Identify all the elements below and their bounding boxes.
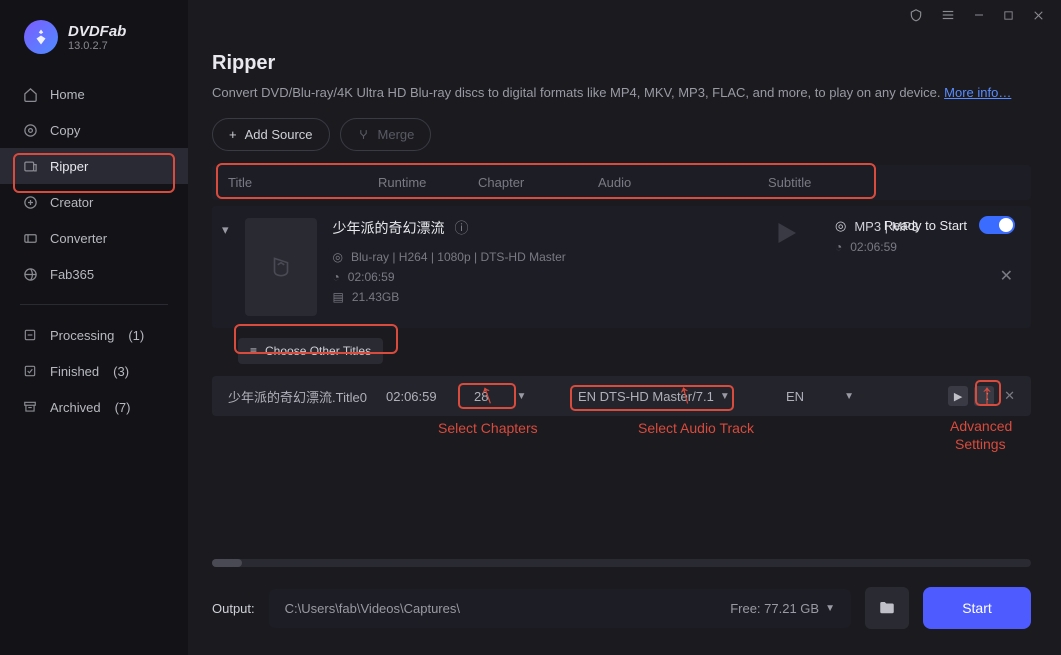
sidebar-item-label: Finished <box>50 364 99 379</box>
ripper-icon <box>22 158 38 174</box>
more-info-link[interactable]: More info… <box>944 85 1011 100</box>
sidebar-item-ripper[interactable]: Ripper <box>0 148 188 184</box>
processing-count: (1) <box>128 328 144 343</box>
source-size: 21.43GB <box>352 290 399 304</box>
output-duration: 02:06:59 <box>850 240 897 254</box>
browse-folder-button[interactable] <box>865 587 909 629</box>
clock-icon: ◔ <box>835 240 842 254</box>
sidebar-item-label: Converter <box>50 231 107 246</box>
brand-version: 13.0.2.7 <box>68 40 126 52</box>
sidebar-item-label: Fab365 <box>50 267 94 282</box>
start-button[interactable]: Start <box>923 587 1031 629</box>
sidebar-item-label: Home <box>50 87 85 102</box>
sidebar-item-creator[interactable]: Creator <box>0 184 188 220</box>
size-icon: ▤ <box>333 290 344 304</box>
horizontal-scrollbar[interactable] <box>212 559 1031 567</box>
output-path-field[interactable]: C:\Users\fab\Videos\Captures\ Free: 77.2… <box>269 589 851 628</box>
finished-count: (3) <box>113 364 129 379</box>
sidebar-item-converter[interactable]: Converter <box>0 220 188 256</box>
remove-source-button[interactable]: ✕ <box>1000 266 1013 286</box>
title-row: 少年派的奇幻漂流.Title0 02:06:59 28 ▼ EN DTS-HD … <box>212 376 1031 416</box>
source-format: Blu-ray | H264 | 1080p | DTS-HD Master <box>351 250 566 264</box>
brand-name: DVDFab <box>68 23 126 40</box>
column-audio: Audio <box>598 175 768 190</box>
sidebar: DVDFab 13.0.2.7 Home Copy Ripper Creator… <box>0 0 188 655</box>
merge-button[interactable]: Merge <box>340 118 432 151</box>
choose-other-titles-button[interactable]: ≡ Choose Other Titles <box>238 338 383 364</box>
logo-icon <box>24 20 58 54</box>
sidebar-item-label: Archived <box>50 400 101 415</box>
fab365-icon <box>22 266 38 282</box>
page-title: Ripper <box>212 52 1031 75</box>
remove-title-button[interactable]: ✕ <box>1004 388 1015 404</box>
free-space-text: Free: 77.21 GB <box>730 601 819 616</box>
annotation-label-advanced1: Advanced <box>950 418 1012 434</box>
title-runtime: 02:06:59 <box>386 389 458 404</box>
disc-icon: ◎ <box>333 250 343 264</box>
list-icon: ≡ <box>250 344 257 358</box>
sidebar-separator <box>20 304 168 305</box>
add-source-button[interactable]: + Add Source <box>212 118 330 151</box>
source-block: ▾ 少年派的奇幻漂流 ⓘ ◎ Blu-ray | H264 | 1080p | … <box>212 206 1031 328</box>
column-chapter: Chapter <box>478 175 598 190</box>
chevron-down-icon: ▼ <box>516 391 526 402</box>
processing-icon <box>22 327 38 343</box>
logo-block: DVDFab 13.0.2.7 <box>0 20 188 76</box>
column-runtime: Runtime <box>378 175 478 190</box>
column-subtitle: Subtitle <box>768 175 868 190</box>
subtitle-dropdown[interactable]: EN ▼ <box>786 389 896 404</box>
column-headers: Title Runtime Chapter Audio Subtitle <box>212 165 1031 200</box>
info-icon[interactable]: ⓘ <box>455 218 469 238</box>
sidebar-item-copy[interactable]: Copy <box>0 112 188 148</box>
ready-label: Ready to Start <box>884 218 967 233</box>
copy-icon <box>22 122 38 138</box>
sidebar-item-fab365[interactable]: Fab365 <box>0 256 188 292</box>
creator-icon <box>22 194 38 210</box>
main-content: Ripper Convert DVD/Blu-ray/4K Ultra HD B… <box>188 0 1061 655</box>
sidebar-item-archived[interactable]: Archived (7) <box>0 389 188 425</box>
title-name: 少年派的奇幻漂流.Title0 <box>228 387 378 406</box>
expand-source-toggle[interactable]: ▾ <box>222 218 229 316</box>
output-label: Output: <box>212 601 255 616</box>
sidebar-item-home[interactable]: Home <box>0 76 188 112</box>
sidebar-item-processing[interactable]: Processing (1) <box>0 317 188 353</box>
annotation-arrow: ↑ <box>980 378 994 410</box>
chevron-down-icon: ▼ <box>720 391 730 402</box>
plus-icon: + <box>229 127 237 142</box>
source-thumbnail <box>245 218 317 316</box>
archived-icon <box>22 399 38 415</box>
footer: Output: C:\Users\fab\Videos\Captures\ Fr… <box>212 587 1031 629</box>
clock-icon: ◔ <box>333 270 340 284</box>
scrollbar-thumb[interactable] <box>212 559 242 567</box>
merge-icon <box>357 128 370 141</box>
output-path-text: C:\Users\fab\Videos\Captures\ <box>285 601 460 616</box>
source-duration: 02:06:59 <box>348 270 395 284</box>
chevron-down-icon: ▼ <box>825 603 835 614</box>
annotation-label-chapters: Select Chapters <box>438 420 538 436</box>
disc-icon: ◎ <box>835 218 846 234</box>
annotation-label-audio: Select Audio Track <box>638 420 754 436</box>
sidebar-item-label: Creator <box>50 195 93 210</box>
sidebar-item-finished[interactable]: Finished (3) <box>0 353 188 389</box>
column-title: Title <box>228 175 378 190</box>
ready-toggle[interactable] <box>979 216 1015 234</box>
sidebar-item-label: Ripper <box>50 159 88 174</box>
converter-icon <box>22 230 38 246</box>
page-description: Convert DVD/Blu-ray/4K Ultra HD Blu-ray … <box>212 85 1031 100</box>
sidebar-item-label: Copy <box>50 123 80 138</box>
source-title: 少年派的奇幻漂流 <box>333 218 445 238</box>
sidebar-item-label: Processing <box>50 328 114 343</box>
annotation-label-advanced2: Settings <box>955 436 1006 452</box>
finished-icon <box>22 363 38 379</box>
toolbar: + Add Source Merge <box>212 118 1031 151</box>
chevron-down-icon: ▼ <box>844 391 854 402</box>
preview-button[interactable]: ▶ <box>948 386 968 406</box>
archived-count: (7) <box>115 400 131 415</box>
convert-arrow-icon <box>771 218 801 316</box>
home-icon <box>22 86 38 102</box>
